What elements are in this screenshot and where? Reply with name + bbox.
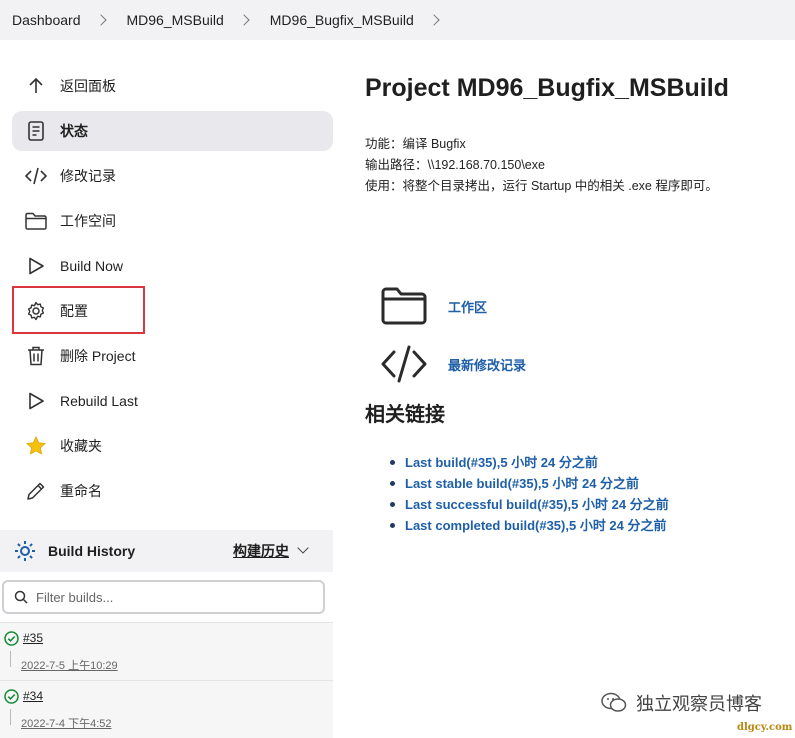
build-date-link[interactable]: 2022-7-5 上午10:29 bbox=[21, 657, 118, 673]
sidebar-item-label: 配置 bbox=[60, 303, 88, 319]
breadcrumb-parent-project[interactable]: MD96_MSBuild bbox=[127, 12, 224, 28]
folder-icon bbox=[380, 286, 428, 326]
filter-builds-field[interactable] bbox=[2, 580, 325, 614]
last-successful-build-link[interactable]: Last successful build(#35),5 小时 24 分之前 bbox=[390, 494, 669, 515]
project-description: 功能：编译 Bugfix 输出路径：\\192.168.70.150\exe 使… bbox=[365, 134, 718, 197]
sidebar-item-rename[interactable]: 重命名 bbox=[12, 471, 333, 511]
build-history-title: Build History bbox=[48, 543, 136, 559]
build-history-icon bbox=[14, 540, 36, 562]
last-build-link[interactable]: Last build(#35),5 小时 24 分之前 bbox=[390, 452, 669, 473]
wechat-icon bbox=[600, 691, 628, 715]
related-links-heading: 相关链接 bbox=[365, 404, 445, 426]
chevron-down-icon[interactable] bbox=[297, 542, 309, 554]
workspace-link[interactable]: 工作区 bbox=[380, 286, 487, 326]
sidebar-item-status[interactable]: 状态 bbox=[12, 111, 333, 151]
related-links-list: Last build(#35),5 小时 24 分之前 Last stable … bbox=[390, 452, 669, 536]
watermark-text: 独立观察员博客 bbox=[636, 694, 762, 714]
breadcrumb-current-project[interactable]: MD96_Bugfix_MSBuild bbox=[270, 12, 414, 28]
chevron-right-icon[interactable] bbox=[238, 14, 250, 26]
document-icon bbox=[24, 119, 48, 143]
success-check-icon bbox=[4, 689, 19, 709]
description-line: 使用：将整个目录拷出，运行 Startup 中的相关 .exe 程序即可。 bbox=[365, 179, 718, 193]
chevron-right-icon[interactable] bbox=[428, 14, 440, 26]
build-date-link[interactable]: 2022-7-4 下午4:52 bbox=[21, 715, 112, 731]
success-check-icon bbox=[4, 631, 19, 651]
chevron-right-icon[interactable] bbox=[94, 14, 107, 26]
watermark-url: dlgcy.com bbox=[737, 722, 793, 733]
sidebar-item-favorite[interactable]: 收藏夹 bbox=[12, 426, 333, 466]
build-number-link[interactable]: #35 bbox=[23, 631, 43, 645]
pencil-icon bbox=[24, 479, 48, 503]
sidebar-item-label: 重命名 bbox=[60, 483, 102, 499]
watermark: 独立观察员博客 bbox=[600, 690, 762, 716]
sidebar-item-label: 工作空间 bbox=[60, 213, 116, 229]
sidebar-item-label: 收藏夹 bbox=[60, 438, 102, 454]
code-icon bbox=[380, 344, 428, 384]
search-icon bbox=[14, 590, 28, 604]
sidebar-item-label: Build Now bbox=[60, 258, 124, 274]
build-row: #35 2022-7-5 上午10:29 bbox=[0, 622, 333, 680]
page-title: Project MD96_Bugfix_MSBuild bbox=[365, 74, 729, 102]
sidebar-item-label: 返回面板 bbox=[60, 78, 116, 94]
sidebar-item-changes[interactable]: 修改记录 bbox=[12, 156, 333, 196]
build-history-header: Build History 构建历史 bbox=[0, 530, 333, 572]
sidebar-item-label: 删除 Project bbox=[60, 348, 136, 364]
sidebar-item-back-to-dashboard[interactable]: 返回面板 bbox=[12, 66, 333, 106]
code-icon bbox=[24, 164, 48, 188]
breadcrumb: Dashboard MD96_MSBuild MD96_Bugfix_MSBui… bbox=[0, 0, 795, 40]
breadcrumb-dashboard[interactable]: Dashboard bbox=[12, 12, 81, 28]
sidebar-item-rebuild-last[interactable]: Rebuild Last bbox=[12, 381, 333, 421]
sidebar-item-label: 状态 bbox=[60, 123, 88, 139]
last-completed-build-link[interactable]: Last completed build(#35),5 小时 24 分之前 bbox=[390, 515, 669, 536]
folder-icon bbox=[24, 209, 48, 233]
workspace-link-label[interactable]: 工作区 bbox=[448, 297, 487, 316]
build-row: #34 2022-7-4 下午4:52 bbox=[0, 680, 333, 738]
gear-icon bbox=[24, 299, 48, 323]
build-number-link[interactable]: #34 bbox=[23, 689, 43, 703]
sidebar-item-configure[interactable]: 配置 bbox=[12, 291, 333, 331]
timeline-line bbox=[10, 709, 11, 725]
trash-icon bbox=[24, 344, 48, 368]
description-line: 输出路径：\\192.168.70.150\exe bbox=[365, 158, 545, 172]
arrow-up-icon bbox=[24, 74, 48, 98]
star-icon bbox=[24, 434, 48, 458]
sidebar-item-label: 修改记录 bbox=[60, 168, 116, 184]
description-line: 功能：编译 Bugfix bbox=[365, 137, 466, 151]
filter-builds-input[interactable] bbox=[36, 589, 323, 605]
timeline-line bbox=[10, 651, 11, 667]
sidebar-item-delete-project[interactable]: 删除 Project bbox=[12, 336, 333, 376]
last-stable-build-link[interactable]: Last stable build(#35),5 小时 24 分之前 bbox=[390, 473, 669, 494]
play-icon bbox=[24, 389, 48, 413]
recent-changes-link[interactable]: 最新修改记录 bbox=[380, 344, 526, 384]
build-trend-link[interactable]: 构建历史 bbox=[233, 541, 289, 561]
sidebar-item-workspace[interactable]: 工作空间 bbox=[12, 201, 333, 241]
sidebar-item-label: Rebuild Last bbox=[60, 393, 138, 409]
recent-changes-link-label[interactable]: 最新修改记录 bbox=[448, 355, 526, 374]
play-icon bbox=[24, 254, 48, 278]
sidebar-item-build-now[interactable]: Build Now bbox=[12, 246, 333, 286]
